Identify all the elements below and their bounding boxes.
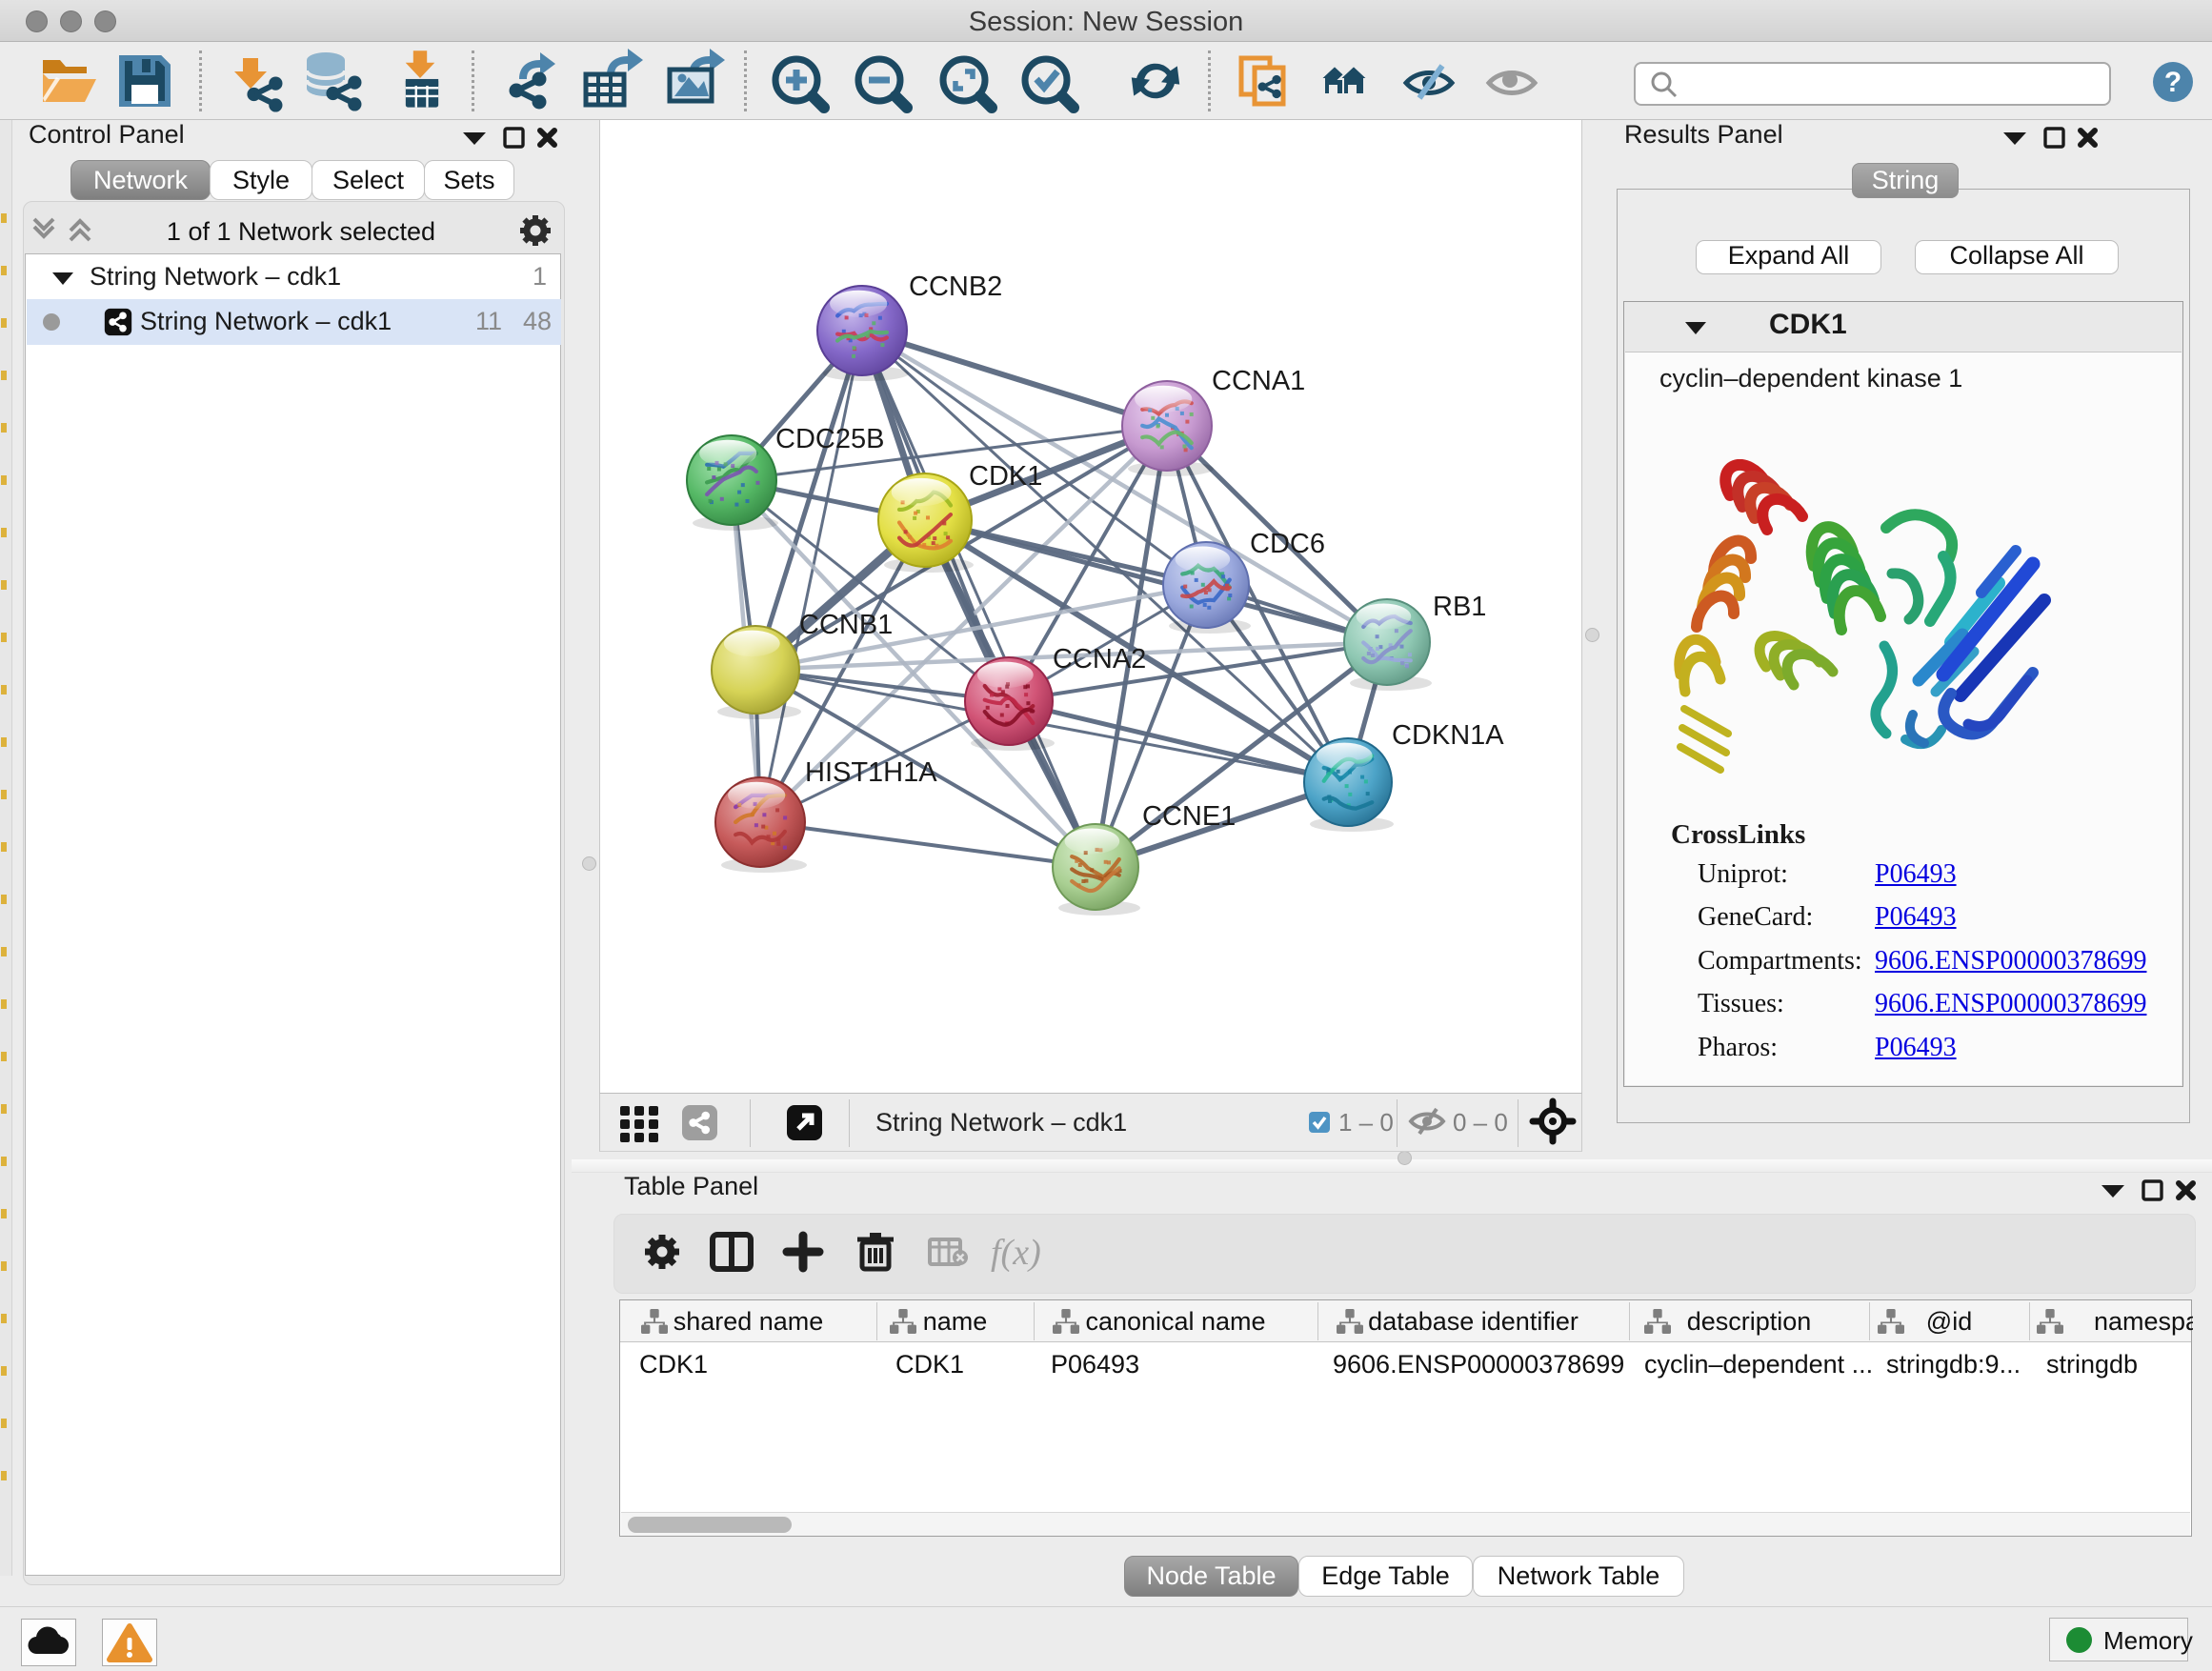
svg-text:CCNA2: CCNA2 — [1053, 644, 1146, 674]
svg-text:CDKN1A: CDKN1A — [1392, 720, 1504, 751]
svg-text:CCNB1: CCNB1 — [799, 610, 893, 640]
svg-text:CCNE1: CCNE1 — [1142, 801, 1236, 832]
svg-text:CCNA1: CCNA1 — [1212, 366, 1305, 396]
svg-text:CDK1: CDK1 — [969, 461, 1042, 492]
svg-text:f(x): f(x) — [991, 1233, 1041, 1273]
svg-text:RB1: RB1 — [1433, 592, 1486, 622]
svg-text:HIST1H1A: HIST1H1A — [805, 757, 937, 788]
svg-text:CDC6: CDC6 — [1250, 529, 1325, 559]
svg-text:?: ? — [2164, 67, 2182, 98]
svg-text:1 of 1 Network selected: 1 of 1 Network selected — [167, 217, 435, 246]
svg-text:CDC25B: CDC25B — [775, 424, 884, 454]
svg-text:CCNB2: CCNB2 — [909, 272, 1002, 302]
